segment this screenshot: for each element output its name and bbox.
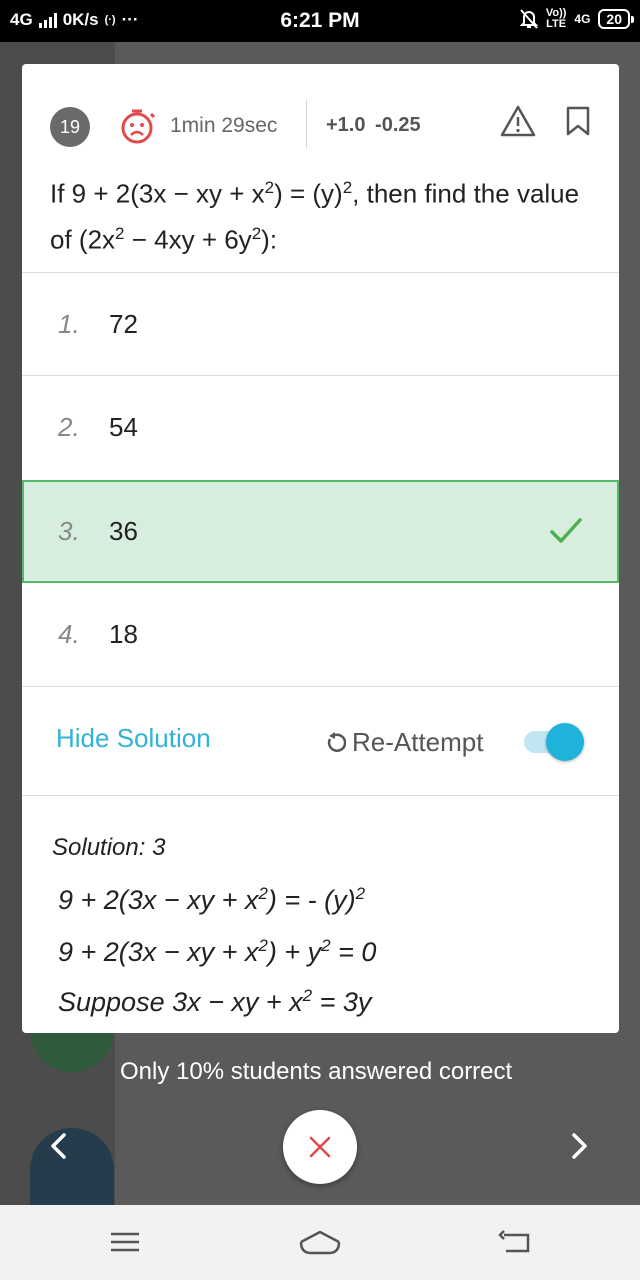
superscript: 2 [355, 884, 366, 903]
question-part: If 9 + 2(3x − xy + x [50, 178, 265, 209]
time-taken: 1min 29sec [170, 114, 278, 137]
positive-marks: +1.0 [326, 114, 366, 136]
superscript: 2 [115, 223, 125, 243]
answer-stat: Only 10% students answered correct [120, 1058, 513, 1085]
option-1[interactable]: 1. 72 [22, 272, 619, 375]
question-part: − 4xy + 6y [124, 224, 252, 255]
reattempt-button[interactable]: Re-Attempt [324, 727, 484, 758]
question-part: ): [261, 224, 278, 255]
solution-actions: Hide Solution Re-Attempt [22, 686, 619, 795]
option-2[interactable]: 2. 54 [22, 375, 619, 478]
status-right: Vo)) LTE 4G 20 [519, 8, 634, 30]
question-number-badge: 19 [50, 107, 90, 147]
superscript: 2 [258, 936, 268, 955]
question-part: ) = (y) [274, 178, 343, 209]
solution-part: 9 + 2(3x − xy + x [58, 885, 259, 915]
solution-part: = 0 [330, 937, 377, 967]
solution-part: ) + y [267, 937, 322, 967]
solution-line-2: 9 + 2(3x − xy + x2) + y2 = 0 [58, 936, 376, 968]
question-card: 19 1min 29sec +1.0 -0.25 If 9 + 2(3x − x… [22, 64, 619, 1033]
chevron-right-icon[interactable] [566, 1130, 592, 1162]
option-number: 2. [58, 412, 80, 442]
toggle-thumb [546, 723, 584, 761]
status-bar: 4G 0K/s (·) ··· 6:21 PM Vo)) LTE 4G 20 [0, 0, 640, 42]
background-icon [30, 1128, 114, 1205]
report-warning-icon[interactable] [500, 104, 536, 138]
option-value: 54 [109, 412, 138, 442]
superscript: 2 [251, 223, 262, 243]
volte-indicator: Vo)) LTE [546, 8, 567, 30]
superscript: 2 [264, 178, 275, 197]
option-number: 4. [58, 619, 80, 649]
sad-timer-icon [121, 109, 156, 144]
solution-title: Solution: 3 [52, 834, 166, 861]
back-icon[interactable] [498, 1227, 532, 1257]
hide-solution-button[interactable]: Hide Solution [56, 723, 211, 754]
option-value: 72 [109, 309, 138, 339]
reattempt-toggle[interactable] [520, 723, 584, 761]
superscript: 2 [258, 884, 268, 903]
solution-line-1: 9 + 2(3x − xy + x2) = - (y)2 [58, 884, 365, 916]
option-number: 1. [58, 309, 80, 339]
option-4[interactable]: 4. 18 [22, 583, 619, 686]
question-text: If 9 + 2(3x − xy + x2) = (y)2, then find… [50, 168, 590, 259]
superscript: 2 [342, 178, 353, 197]
solution-part: ) = - (y) [267, 885, 356, 915]
mute-icon [519, 9, 538, 29]
marks-label: +1.0 -0.25 [326, 114, 421, 137]
home-icon[interactable] [298, 1227, 342, 1257]
solution-line-3: Suppose 3x − xy + x2 = 3y [58, 986, 371, 1018]
option-value: 18 [109, 619, 138, 649]
option-3-correct[interactable]: 3. 36 [22, 480, 619, 583]
option-number: 3. [58, 516, 80, 546]
close-button[interactable] [283, 1110, 357, 1184]
superscript: 2 [321, 936, 331, 955]
system-nav-bar [0, 1205, 640, 1280]
menu-icon[interactable] [108, 1227, 142, 1257]
solution-part: 9 + 2(3x − xy + x [58, 937, 259, 967]
correct-check-icon [550, 518, 582, 543]
network-right-label: 4G [574, 12, 591, 26]
close-icon [309, 1136, 331, 1158]
chevron-left-icon[interactable] [46, 1130, 72, 1162]
reattempt-label: Re-Attempt [352, 727, 484, 757]
solution-part: = 3y [312, 987, 372, 1017]
reattempt-icon [327, 731, 346, 752]
superscript: 2 [302, 986, 313, 1005]
battery-icon: 20 [598, 9, 634, 29]
solution-part: Suppose 3x − xy + x [58, 987, 303, 1017]
solution-panel: Solution: 3 9 + 2(3x − xy + x2) = - (y)2… [22, 795, 619, 1033]
header-divider [306, 100, 307, 148]
negative-marks: -0.25 [375, 114, 421, 136]
bookmark-icon[interactable] [565, 105, 591, 137]
lte-label: LTE [546, 18, 567, 30]
option-value: 36 [109, 516, 138, 546]
